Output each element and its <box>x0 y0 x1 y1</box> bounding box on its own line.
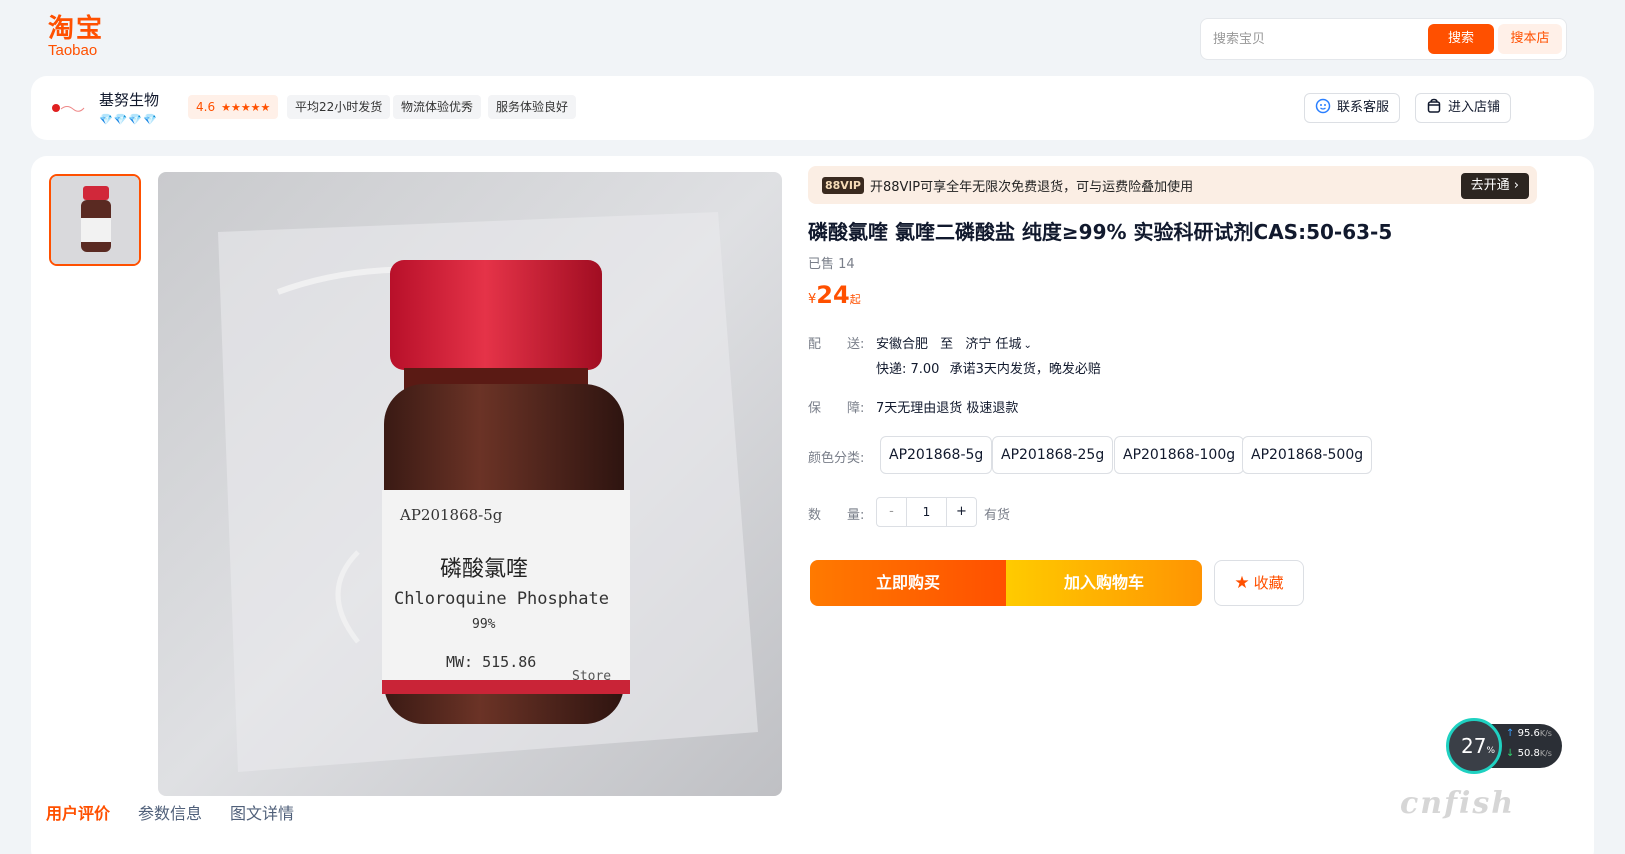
stock-status: 有货 <box>984 508 1011 523</box>
sku-option[interactable]: AP201868-25g <box>992 436 1114 474</box>
vip-open-button[interactable]: 去开通 › <box>1460 173 1529 199</box>
shop-tag: 服务体验良好 <box>488 95 577 119</box>
tab-reviews[interactable]: 用户评价 <box>46 800 110 824</box>
shop-rating: 4.6 ★★★★★ <box>188 95 279 119</box>
customer-service-icon <box>1315 98 1331 114</box>
logo-en: Taobao <box>48 42 98 59</box>
shipping-from: 安徽合肥 <box>876 337 929 352</box>
download-arrow-icon: ↓ <box>1506 748 1515 759</box>
sold-count: 已售 14 <box>808 257 855 272</box>
shipping-to-word: 至 <box>940 337 954 352</box>
price-value: 24 <box>816 281 850 309</box>
upload-arrow-icon: ↑ <box>1506 728 1515 739</box>
upload-speed: ↑ 95.6K/s <box>1506 728 1552 739</box>
star-icon: ★ <box>1234 573 1250 593</box>
tab-params[interactable]: 参数信息 <box>138 800 202 824</box>
qty-minus-button[interactable]: - <box>877 498 907 526</box>
favorite-label: 收藏 <box>1253 574 1284 592</box>
shop-tag: 平均22小时发货 <box>287 95 391 119</box>
qty-label: 数 量: <box>808 508 865 523</box>
rating-stars-icon: ★★★★★ <box>221 101 271 114</box>
tab-details[interactable]: 图文详情 <box>230 800 294 824</box>
express-note: 承诺3天内发货，晚发必赔 <box>949 362 1101 377</box>
contact-service-button[interactable]: 联系客服 <box>1304 93 1401 123</box>
shop-tag: 物流体验优秀 <box>393 95 482 119</box>
search-box: 搜索 搜本店 <box>1200 18 1567 60</box>
chevron-down-icon: ⌄ <box>1023 340 1032 351</box>
logo-cn: 淘宝 <box>48 14 105 44</box>
search-input[interactable] <box>1213 29 1413 49</box>
upload-value: 95.6 <box>1517 728 1540 739</box>
shop-icon <box>1427 98 1441 113</box>
product-thumbnail[interactable] <box>49 174 141 266</box>
price: ¥24起 <box>808 281 861 309</box>
cpu-ring: 27% <box>1446 718 1502 774</box>
cpu-percent-unit: % <box>1486 746 1496 756</box>
add-to-cart-button[interactable]: 加入购物车 <box>1006 560 1202 606</box>
contact-service-label: 联系客服 <box>1337 100 1390 115</box>
rating-score: 4.6 <box>196 100 216 114</box>
shipping-info: 安徽合肥 至 济宁 任城 ⌄ <box>876 333 1032 352</box>
product-main-image[interactable]: AP201868-5g 磷酸氯喹 Chloroquine Phosphate 9… <box>158 172 782 796</box>
quantity-stepper: - 1 + <box>876 497 977 527</box>
shop-logo-icon[interactable] <box>51 100 85 116</box>
label-mw: MW: 515.86 <box>446 653 536 671</box>
express-fee: 快递: 7.00 <box>876 362 940 377</box>
enter-shop-label: 进入店铺 <box>1448 100 1501 115</box>
thumbnail-image <box>51 176 139 264</box>
shop-name[interactable]: 基努生物 <box>99 89 159 110</box>
cpu-percent: 27% <box>1461 734 1495 758</box>
shipping-destination-select[interactable]: 济宁 任城 ⌄ <box>965 337 1032 352</box>
sku-option[interactable]: AP201868-100g <box>1114 436 1245 474</box>
product-photo: AP201868-5g 磷酸氯喹 Chloroquine Phosphate 9… <box>158 172 782 796</box>
enter-shop-button[interactable]: 进入店铺 <box>1415 93 1512 123</box>
product-title: 磷酸氯喹 氯喹二磷酸盐 纯度≥99% 实验科研试剂CAS:50-63-5 <box>808 220 1393 244</box>
label-store: Store <box>572 669 611 684</box>
sku-label: 颜色分类: <box>808 451 865 466</box>
purchase-buttons: 立即购买 加入购物车 <box>810 560 1202 606</box>
taobao-logo[interactable]: 淘宝 Taobao <box>48 14 118 60</box>
vip-badge: 88VIP <box>822 177 864 194</box>
express-info: 快递: 7.00 承诺3天内发货，晚发必赔 <box>876 358 1101 377</box>
guarantee-label: 保 障: <box>808 401 865 416</box>
watermark: cnfish <box>1400 786 1516 821</box>
upload-unit: K/s <box>1539 729 1552 738</box>
shipping-to: 济宁 任城 <box>965 337 1022 352</box>
qty-plus-button[interactable]: + <box>946 498 976 526</box>
label-cn: 磷酸氯喹 <box>440 557 528 582</box>
sku-option[interactable]: AP201868-5g <box>880 436 993 474</box>
search-shop-button[interactable]: 搜本店 <box>1498 24 1562 54</box>
download-value: 50.8 <box>1517 748 1540 759</box>
label-en: Chloroquine Phosphate <box>394 589 609 609</box>
diamond-level-icon: 💎💎💎💎 <box>99 113 158 126</box>
download-speed: ↓ 50.8K/s <box>1506 748 1552 759</box>
download-unit: K/s <box>1539 749 1552 758</box>
price-suffix: 起 <box>849 293 861 306</box>
label-purity: 99% <box>472 617 496 632</box>
search-button[interactable]: 搜索 <box>1428 24 1494 54</box>
guarantee-value: 7天无理由退货 极速退款 <box>876 401 1019 416</box>
buy-now-button[interactable]: 立即购买 <box>810 560 1006 606</box>
favorite-button[interactable]: ★ 收藏 <box>1214 560 1304 606</box>
vip-banner[interactable]: 88VIP 开88VIP可享全年无限次免费退货，可与运费险叠加使用 去开通 › <box>808 166 1537 204</box>
sku-option[interactable]: AP201868-500g <box>1242 436 1373 474</box>
shop-bar: 基努生物 💎💎💎💎 4.6 ★★★★★ 平均22小时发货 物流体验优秀 服务体验良… <box>31 76 1594 140</box>
cpu-percent-value: 27 <box>1461 734 1487 758</box>
network-speed-widget[interactable]: 27% ↑ 95.6K/s ↓ 50.8K/s <box>1446 718 1562 774</box>
qty-input[interactable]: 1 <box>907 498 946 526</box>
label-code: AP201868-5g <box>399 506 503 524</box>
vip-text: 开88VIP可享全年无限次免费退货，可与运费险叠加使用 <box>870 180 1194 195</box>
shipping-label: 配 送: <box>808 337 865 352</box>
